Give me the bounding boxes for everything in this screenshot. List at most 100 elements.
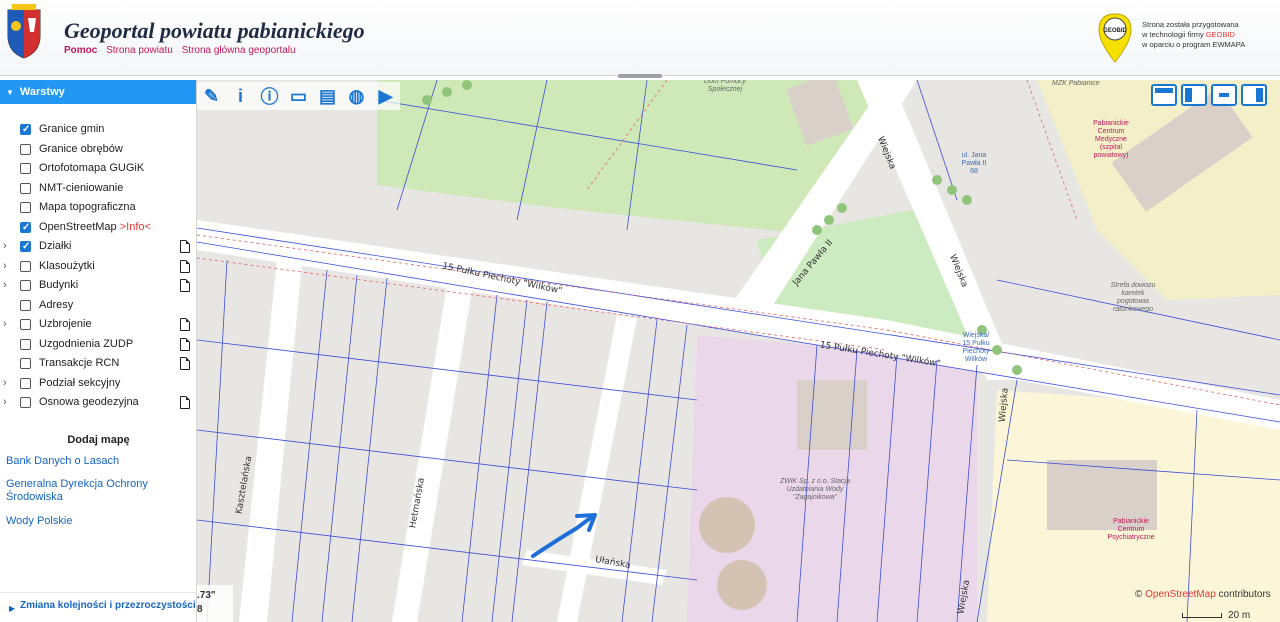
layer-item[interactable]: Uzgodnienia ZUDP <box>0 335 197 355</box>
document-icon[interactable] <box>180 396 190 409</box>
layer-checkbox[interactable] <box>20 338 31 350</box>
header-links: Pomoc Strona powiatu Strona główna geopo… <box>64 45 302 56</box>
document-icon[interactable] <box>180 318 190 331</box>
wody-polskie-link[interactable]: Wody Polskie <box>6 515 72 528</box>
document-icon[interactable] <box>180 279 190 292</box>
layer-checkbox[interactable] <box>20 280 31 291</box>
gdos-link[interactable]: Generalna Dyrekcja Ochrony Środowiska <box>6 478 186 504</box>
layer-checkbox[interactable] <box>20 397 31 408</box>
layer-label-text: Transakcje RCN <box>39 357 120 369</box>
document-icon[interactable] <box>180 357 190 370</box>
globe-icon[interactable]: ◍ <box>342 82 371 110</box>
video-icon[interactable]: ▶ <box>371 82 400 110</box>
layer-checkbox[interactable] <box>20 319 31 330</box>
layer-item[interactable]: › Osnowa geodezyjna <box>0 393 197 413</box>
layer-label: Osnowa geodezyjna <box>39 393 139 413</box>
county-site-link[interactable]: Strona powiatu <box>106 45 173 56</box>
expand-chevron-icon[interactable]: › <box>3 276 7 296</box>
layer-label: Granice gmin <box>39 120 104 140</box>
layer-label: Adresy <box>39 296 73 316</box>
layer-label-text: Adresy <box>39 298 74 311</box>
info-icon[interactable]: i <box>226 82 255 110</box>
layer-label: Uzbrojenie <box>39 315 92 335</box>
county-crest-logo[interactable] <box>4 4 44 60</box>
map-viewport[interactable]: 15 Pułku Piechoty "Wilków" 15 Pułku Piec… <box>197 80 1280 622</box>
layout-left-panel-button[interactable] <box>1181 84 1207 106</box>
identify-icon[interactable]: ⓘ <box>255 82 284 110</box>
layer-checkbox[interactable] <box>20 237 31 257</box>
layer-item[interactable]: Granice gmin <box>0 120 197 140</box>
layer-item[interactable]: › Uzbrojenie <box>0 315 197 335</box>
layer-checkbox[interactable] <box>20 377 31 389</box>
expand-chevron-icon[interactable]: › <box>3 393 7 413</box>
layer-checkbox[interactable] <box>20 143 31 155</box>
layer-label-text: Podział sekcyjny <box>39 376 121 389</box>
layer-label-text: Osnowa geodezyjna <box>39 396 139 408</box>
layer-order-toggle[interactable]: ▶ Zmiana kolejności i przezroczystości <box>0 592 197 622</box>
ruler-icon[interactable]: ✎ <box>197 82 226 110</box>
layer-item[interactable]: › Klasoużytki <box>0 257 197 277</box>
poi-label: Dom Pomocy Społecznej <box>703 80 746 93</box>
layer-label-text: Działki <box>39 240 72 252</box>
layer-item[interactable]: › Budynki <box>0 276 197 296</box>
layer-item[interactable]: › Działki <box>0 237 197 257</box>
layer-item[interactable]: Granice obrębów <box>0 140 197 160</box>
layer-label: Transakcje RCN <box>39 354 119 374</box>
poi-label: ul. Jana Pawła II 68 <box>961 152 987 175</box>
layout-export-button[interactable] <box>1211 84 1237 106</box>
building-shape <box>797 380 867 450</box>
panel-splitter-handle[interactable] <box>618 74 662 78</box>
layer-checkbox[interactable] <box>20 182 31 194</box>
document-icon[interactable] <box>180 259 190 273</box>
help-link[interactable]: Pomoc <box>64 45 97 56</box>
layout-right-panel-button[interactable] <box>1241 84 1267 106</box>
layers-panel-header[interactable]: ▼ Warstwy <box>0 80 196 104</box>
layer-checkbox[interactable] <box>20 260 31 272</box>
document-icon[interactable] <box>180 240 190 253</box>
layer-item[interactable]: Ortofotomapa GUGiK <box>0 159 197 179</box>
scale-bar: 20 m <box>1182 610 1250 621</box>
layer-checkbox[interactable] <box>20 299 31 311</box>
geobid-logo[interactable]: GEOBID <box>1097 12 1133 64</box>
layer-checkbox[interactable] <box>20 218 31 237</box>
layer-label: Mapa topograficzna <box>39 198 136 218</box>
layer-label-text: Klasoużytki <box>39 259 95 272</box>
print-icon[interactable]: ▤ <box>313 82 342 110</box>
poi-label: MZK Pabianice <box>1052 80 1100 87</box>
document-icon[interactable] <box>180 337 190 351</box>
layer-item[interactable]: › Podział sekcyjny <box>0 374 197 394</box>
layer-item[interactable]: Adresy <box>0 296 197 316</box>
layer-label: Granice obrębów <box>39 140 123 160</box>
map-attribution: © OpenStreetMap contributors <box>1135 589 1271 600</box>
coordinate-line1: .73" <box>197 590 216 601</box>
layer-item[interactable]: OpenStreetMap >Info< <box>0 218 197 237</box>
measure-icon[interactable]: ▭ <box>284 82 313 110</box>
layer-checkbox[interactable] <box>20 202 31 213</box>
scale-bar-line <box>1182 612 1222 618</box>
layer-item[interactable]: Transakcje RCN <box>0 354 197 374</box>
expand-chevron-icon[interactable]: › <box>3 374 7 394</box>
expand-chevron-icon[interactable]: › <box>3 315 7 335</box>
bank-danych-o-lasach-link[interactable]: Bank Danych o Lasach <box>6 455 119 468</box>
layout-top-panel-button[interactable] <box>1151 84 1177 106</box>
layer-checkbox[interactable] <box>20 163 31 174</box>
geoportal-home-link[interactable]: Strona główna geoportalu <box>182 45 296 56</box>
coordinate-readout: .73" 8 <box>197 585 233 622</box>
layer-checkbox[interactable] <box>20 358 31 369</box>
layer-info-link[interactable]: >Info< <box>120 221 151 233</box>
layer-label-text: Ortofotomapa GUGiK <box>39 162 145 174</box>
geobid-credit-line2: w technologii firmy GEOBID <box>1142 30 1245 40</box>
layer-list: Granice gmin Granice obrębów Ortofotomapa … <box>0 120 197 413</box>
expand-chevron-icon[interactable]: › <box>3 257 7 277</box>
geobid-logo-text: GEOBID <box>1103 28 1127 34</box>
layer-item[interactable]: Mapa topograficzna <box>0 198 197 218</box>
layer-label-text: Mapa topograficzna <box>39 201 136 213</box>
layer-checkbox[interactable] <box>20 120 31 140</box>
layer-label: Działki <box>39 237 71 257</box>
layer-item[interactable]: NMT-cieniowanie <box>0 179 197 199</box>
water-tank-shape <box>699 497 755 553</box>
caret-down-icon: ▼ <box>6 88 14 97</box>
osm-link[interactable]: OpenStreetMap <box>1145 589 1216 600</box>
expand-chevron-icon[interactable]: › <box>3 237 7 257</box>
geobid-brand[interactable]: GEOBID <box>1206 30 1235 39</box>
